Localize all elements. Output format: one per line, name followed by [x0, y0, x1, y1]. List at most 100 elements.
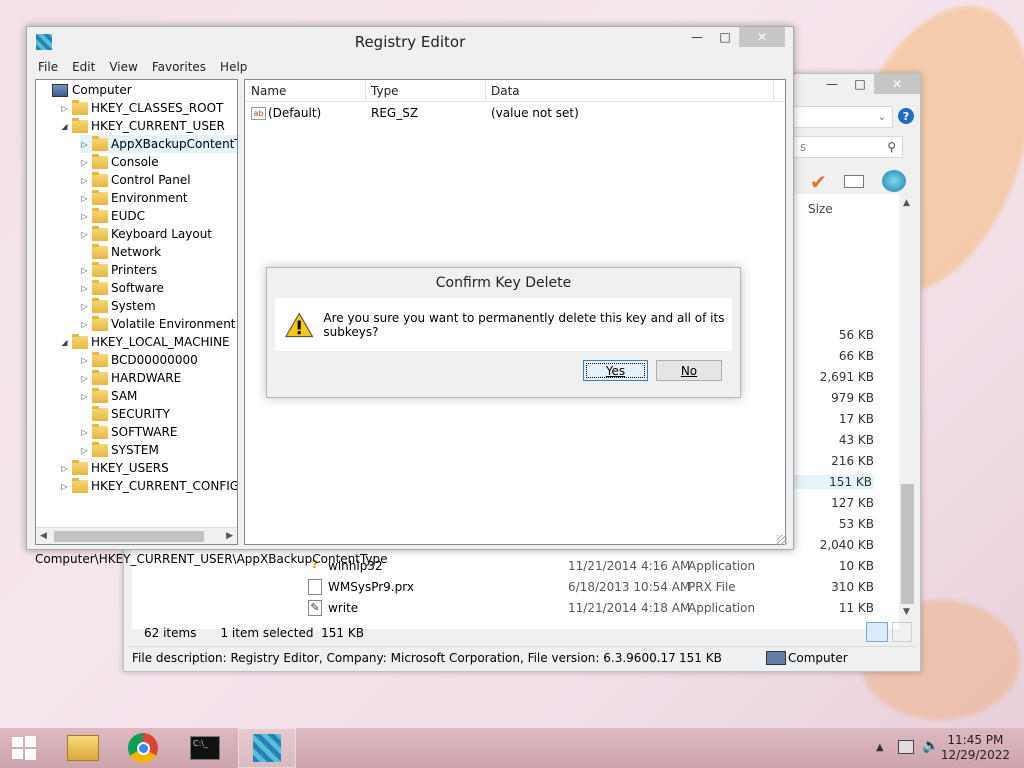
clock[interactable]: 11:45 PM 12/29/2022 [941, 733, 1010, 763]
taskbar-command-prompt[interactable]: C:\_ [176, 728, 234, 768]
tree-item[interactable]: ▷ HARDWARE [80, 369, 181, 387]
no-button[interactable]: No [656, 360, 722, 381]
expand-arrow-icon[interactable]: ▷ [80, 320, 89, 329]
vertical-scrollbar[interactable]: ▲ ▼ [899, 194, 916, 619]
tree-item[interactable]: ▷ Environment [80, 189, 188, 207]
expand-arrow-icon[interactable]: ▷ [80, 284, 89, 293]
expand-arrow-icon[interactable]: ▷ [80, 392, 89, 401]
globe-icon[interactable] [882, 170, 906, 192]
tree-item[interactable]: SECURITY [80, 405, 170, 423]
tree-item[interactable]: ▷ BCD00000000 [80, 351, 198, 369]
start-button[interactable] [0, 728, 48, 768]
close-icon[interactable]: ✕ [874, 74, 920, 94]
volume-icon[interactable]: 🔈 [922, 738, 939, 754]
tree-item[interactable]: Network [80, 243, 161, 261]
maximize-icon[interactable]: □ [846, 74, 874, 94]
tree-item[interactable]: Computer [40, 81, 132, 99]
tree-item[interactable]: ▷ SYSTEM [80, 441, 159, 459]
tree-item[interactable]: ▷ System [80, 297, 156, 315]
column-header-data[interactable]: Data [491, 84, 520, 98]
tree-item[interactable]: ▷ Keyboard Layout [80, 225, 212, 243]
tree-item[interactable]: ▷ Volatile Environment [80, 315, 236, 333]
expand-arrow-icon[interactable]: ▷ [80, 356, 89, 365]
expand-arrow-icon[interactable]: ▷ [60, 104, 69, 113]
minimize-icon[interactable]: — [683, 27, 711, 47]
column-header-type[interactable]: Type [371, 84, 399, 98]
tree-item-label: EUDC [111, 209, 145, 223]
scroll-up-icon[interactable]: ▲ [903, 198, 910, 208]
expand-arrow-icon[interactable]: ▷ [80, 230, 89, 239]
tree-item[interactable]: ▷ SAM [80, 387, 137, 405]
search-icon[interactable]: ⚲ [887, 140, 896, 154]
expand-arrow-icon[interactable]: ▷ [80, 374, 89, 383]
address-bar[interactable]: ⌄ [793, 106, 893, 128]
expand-arrow-icon[interactable]: ▷ [60, 482, 69, 491]
expand-arrow-icon[interactable]: ▷ [80, 194, 89, 203]
properties-icon[interactable] [844, 175, 864, 188]
tree-item[interactable]: ▷ HKEY_CURRENT_CONFIG [60, 477, 237, 495]
expand-arrow-icon[interactable]: ▷ [80, 176, 89, 185]
folder-icon [92, 207, 108, 223]
file-size: 66 KB [838, 349, 874, 363]
tree-item[interactable]: ▷ Software [80, 279, 164, 297]
column-header-name[interactable]: Name [251, 84, 286, 98]
horizontal-scrollbar[interactable]: ◀ ▶ [36, 527, 237, 544]
menu-favorites[interactable]: Favorites [145, 60, 213, 74]
scroll-right-icon[interactable]: ▶ [226, 531, 233, 541]
minimize-icon[interactable]: — [818, 74, 846, 94]
value-row[interactable]: ab (Default) REG_SZ (value not set) [245, 104, 785, 122]
tree-item[interactable]: ▷ AppXBackupContentType [80, 135, 237, 153]
chevron-up-icon[interactable]: ▲ [876, 742, 884, 753]
menu-file[interactable]: File [31, 60, 65, 74]
help-icon[interactable]: ? [898, 108, 914, 124]
column-header-size[interactable]: Size [808, 202, 833, 216]
expand-arrow-icon[interactable]: ▷ [60, 464, 69, 473]
expand-arrow-icon[interactable]: ▷ [80, 428, 89, 437]
tree-item-label: Volatile Environment [111, 317, 236, 331]
collapse-arrow-icon[interactable]: ◢ [60, 122, 69, 131]
tree-item[interactable]: ▷ Control Panel [80, 171, 191, 189]
taskbar-file-explorer[interactable] [54, 728, 112, 768]
clock-time: 11:45 PM [947, 733, 1004, 747]
expand-arrow-icon[interactable]: ▷ [80, 158, 89, 167]
search-input[interactable]: s ⚲ [793, 136, 903, 158]
collapse-arrow-icon[interactable]: ◢ [60, 338, 69, 347]
expand-arrow-icon[interactable]: ▷ [80, 212, 89, 221]
expand-arrow-icon[interactable]: ▷ [80, 140, 89, 149]
tree-item[interactable]: ▷ EUDC [80, 207, 145, 225]
expand-arrow-icon[interactable]: ▷ [80, 446, 89, 455]
tree-item[interactable]: ▷ HKEY_USERS [60, 459, 169, 477]
taskbar-chrome[interactable] [114, 728, 172, 768]
resize-grip-icon[interactable] [777, 535, 787, 545]
expand-arrow-icon[interactable]: ▷ [80, 302, 89, 311]
scroll-down-icon[interactable]: ▼ [903, 607, 910, 617]
chevron-down-icon[interactable]: ⌄ [878, 112, 886, 123]
expand-arrow-icon [80, 248, 89, 257]
folder-icon [92, 135, 108, 151]
file-row[interactable]: WMSysPr9.prx 6/18/2013 10:54 AM PRX File 31… [132, 577, 899, 598]
tree-item[interactable]: ▷ Printers [80, 261, 157, 279]
menu-view[interactable]: View [102, 60, 144, 74]
expand-arrow-icon[interactable]: ▷ [80, 266, 89, 275]
folder-icon [92, 441, 108, 457]
yes-button[interactable]: Yes [583, 360, 648, 381]
maximize-icon[interactable]: □ [711, 27, 739, 47]
tiles-view-icon[interactable] [892, 622, 912, 642]
checkmark-icon[interactable]: ✔ [810, 170, 827, 194]
close-icon[interactable]: ✕ [739, 27, 785, 47]
tree-item[interactable]: ▷ Console [80, 153, 159, 171]
tree-item[interactable]: ◢ HKEY_LOCAL_MACHINE [60, 333, 230, 351]
tree-item-label: BCD00000000 [111, 353, 198, 367]
file-row[interactable]: ✎ write 11/21/2014 4:18 AM Application 11 KB [132, 598, 899, 619]
tree-item[interactable]: ◢ HKEY_CURRENT_USER [60, 117, 225, 135]
menu-edit[interactable]: Edit [65, 60, 102, 74]
details-view-icon[interactable] [866, 622, 888, 642]
scroll-left-icon[interactable]: ◀ [40, 531, 47, 541]
scrollbar-thumb[interactable] [901, 484, 914, 604]
network-icon[interactable] [898, 740, 914, 754]
scrollbar-thumb[interactable] [54, 531, 204, 542]
menu-help[interactable]: Help [213, 60, 254, 74]
taskbar-registry-editor[interactable] [238, 728, 296, 768]
tree-item[interactable]: ▷ HKEY_CLASSES_ROOT [60, 99, 223, 117]
tree-item[interactable]: ▷ SOFTWARE [80, 423, 177, 441]
